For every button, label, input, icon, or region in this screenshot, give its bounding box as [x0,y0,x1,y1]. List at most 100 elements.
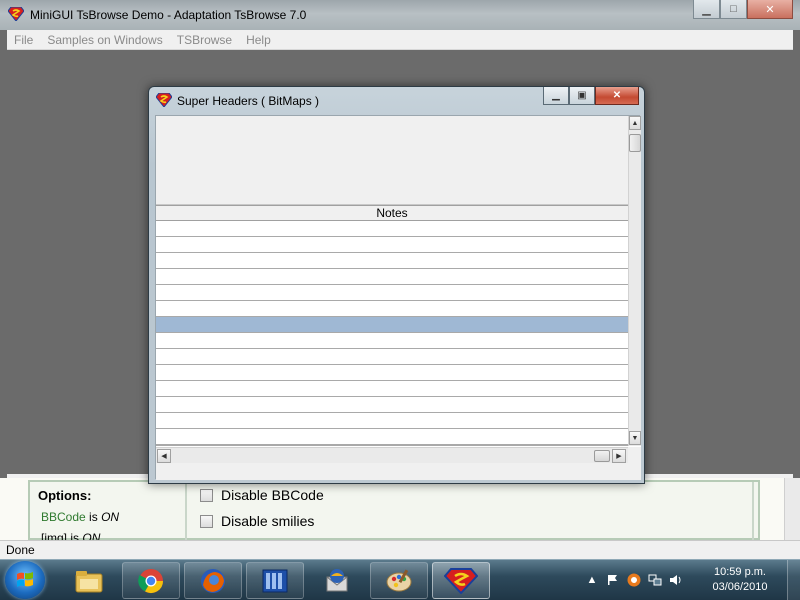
options-divider [185,482,187,540]
superman-icon [444,567,478,594]
posting-options-panel: Options: BBCode is ON [img] is ON Disabl… [28,480,760,545]
dialog-maximize-button[interactable]: ▣ [569,87,595,105]
menu-help[interactable]: Help [239,33,278,47]
maximize-button[interactable]: □ [720,0,747,19]
thunderbird-icon [326,568,348,591]
disable-bbcode-checkbox[interactable] [200,488,213,502]
page-scrollbar[interactable] [784,478,800,540]
arrow-left-icon: ◀ [161,453,167,460]
menu-tsbrowse[interactable]: TSBrowse [170,33,239,47]
taskbar-clock[interactable]: 10:59 p.m. 03/06/2010 [700,565,780,595]
taskbar-chrome[interactable] [122,562,180,599]
scroll-down-button[interactable]: ▼ [629,431,641,445]
windows-logo-icon [17,572,33,587]
minimize-button[interactable]: ▁ [693,0,720,19]
disable-smilies-option[interactable]: Disable smilies [200,513,314,529]
menu-file[interactable]: File [7,33,40,47]
action-center-flag-icon[interactable] [606,573,620,587]
super-header-bitmap-area [156,116,628,205]
grid-row[interactable] [156,253,628,269]
tsbrowse-grid[interactable]: Notes ▲ ▼ ◀ ▶ [156,116,641,480]
grid-row[interactable] [156,301,628,317]
grid-footer [156,463,628,480]
scrollbar-corner [628,447,641,480]
maximize-icon: ▣ [577,90,587,101]
clock-date: 03/06/2010 [712,581,768,593]
arrow-right-icon: ▶ [616,453,622,460]
grid-row[interactable] [156,397,628,413]
firefox-icon [201,568,225,593]
network-icon[interactable] [648,573,662,587]
clock-time: 10:59 p.m. [714,566,766,578]
close-icon: ✕ [765,3,775,16]
dialog-minimize-button[interactable]: ▁ [543,87,569,105]
update-tray-icon[interactable] [627,573,641,587]
taskbar-explorer[interactable] [60,562,118,599]
chrome-icon [138,568,163,593]
main-window-controls: ▁ □ ✕ [693,0,793,19]
scroll-up-button[interactable]: ▲ [629,116,641,130]
start-button[interactable] [5,561,45,599]
menu-samples-on-windows[interactable]: Samples on Windows [40,33,169,47]
horizontal-scroll-thumb[interactable] [594,450,610,462]
show-desktop-button[interactable] [787,560,800,600]
paint-icon [386,568,412,591]
taskbar-thunderbird[interactable] [308,562,366,599]
grid-row[interactable] [156,269,628,285]
bbcode-state: ON [101,510,120,524]
server-icon [262,569,288,592]
status-text: Done [6,543,35,557]
show-hidden-icons-arrow-icon[interactable]: ▲ [585,573,599,587]
disable-smilies-label: Disable smilies [221,513,315,529]
notification-area: ▲ [585,560,683,600]
main-titlebar[interactable]: MiniGUI TsBrowse Demo - Adaptation TsBro… [0,0,800,30]
superman-dialog-icon[interactable] [155,92,173,110]
grid-row[interactable] [156,381,628,397]
scroll-right-button[interactable]: ▶ [612,449,626,463]
grid-row-selected[interactable] [156,317,628,333]
dialog-titlebar[interactable]: Super Headers ( BitMaps ) ▁ ▣ ✕ [149,87,644,113]
column-header-notes[interactable]: Notes [156,205,628,221]
minimize-icon: ▁ [552,90,560,101]
disable-smilies-checkbox[interactable] [200,514,213,528]
horizontal-scrollbar[interactable]: ◀ ▶ [156,447,628,463]
bbcode-status: BBCode is ON [41,507,178,528]
volume-icon[interactable] [669,573,683,587]
arrow-up-icon: ▲ [631,119,639,127]
panel-right-divider [752,482,754,540]
maximize-icon: □ [730,3,737,15]
grid-row[interactable] [156,349,628,365]
dialog-client-area: Notes ▲ ▼ ◀ ▶ [155,115,641,480]
taskbar-minigui-app[interactable] [432,562,490,599]
superman-app-icon[interactable] [7,6,25,24]
taskbar-paint[interactable] [370,562,428,599]
main-window-title: MiniGUI TsBrowse Demo - Adaptation TsBro… [30,8,307,22]
close-button[interactable]: ✕ [747,0,793,19]
taskbar-server-app[interactable] [246,562,304,599]
disable-bbcode-option[interactable]: Disable BBCode [200,487,324,503]
vertical-scrollbar[interactable]: ▲ ▼ [628,116,641,446]
bbcode-link[interactable]: BBCode [41,510,86,524]
dialog-title: Super Headers ( BitMaps ) [177,94,320,108]
arrow-down-icon: ▼ [631,434,639,442]
scroll-left-button[interactable]: ◀ [157,449,171,463]
grid-row[interactable] [156,413,628,429]
dialog-window-controls: ▁ ▣ ✕ [543,87,639,105]
super-headers-dialog: Super Headers ( BitMaps ) ▁ ▣ ✕ Notes ▲ … [148,86,645,484]
grid-row[interactable] [156,429,628,445]
browser-status-bar: Done [0,540,800,559]
grid-row[interactable] [156,285,628,301]
column-header-label: Notes [376,206,408,220]
grid-rows [156,221,628,446]
grid-row[interactable] [156,365,628,381]
taskbar-firefox[interactable] [184,562,242,599]
dialog-close-button[interactable]: ✕ [595,87,639,105]
minimize-icon: ▁ [702,3,711,16]
vertical-scroll-thumb[interactable] [629,134,641,152]
options-title: Options: [38,488,92,503]
folder-icon [75,570,103,592]
grid-row[interactable] [156,221,628,237]
grid-row[interactable] [156,333,628,349]
grid-row[interactable] [156,237,628,253]
background-page: Options: BBCode is ON [img] is ON Disabl… [0,478,800,545]
